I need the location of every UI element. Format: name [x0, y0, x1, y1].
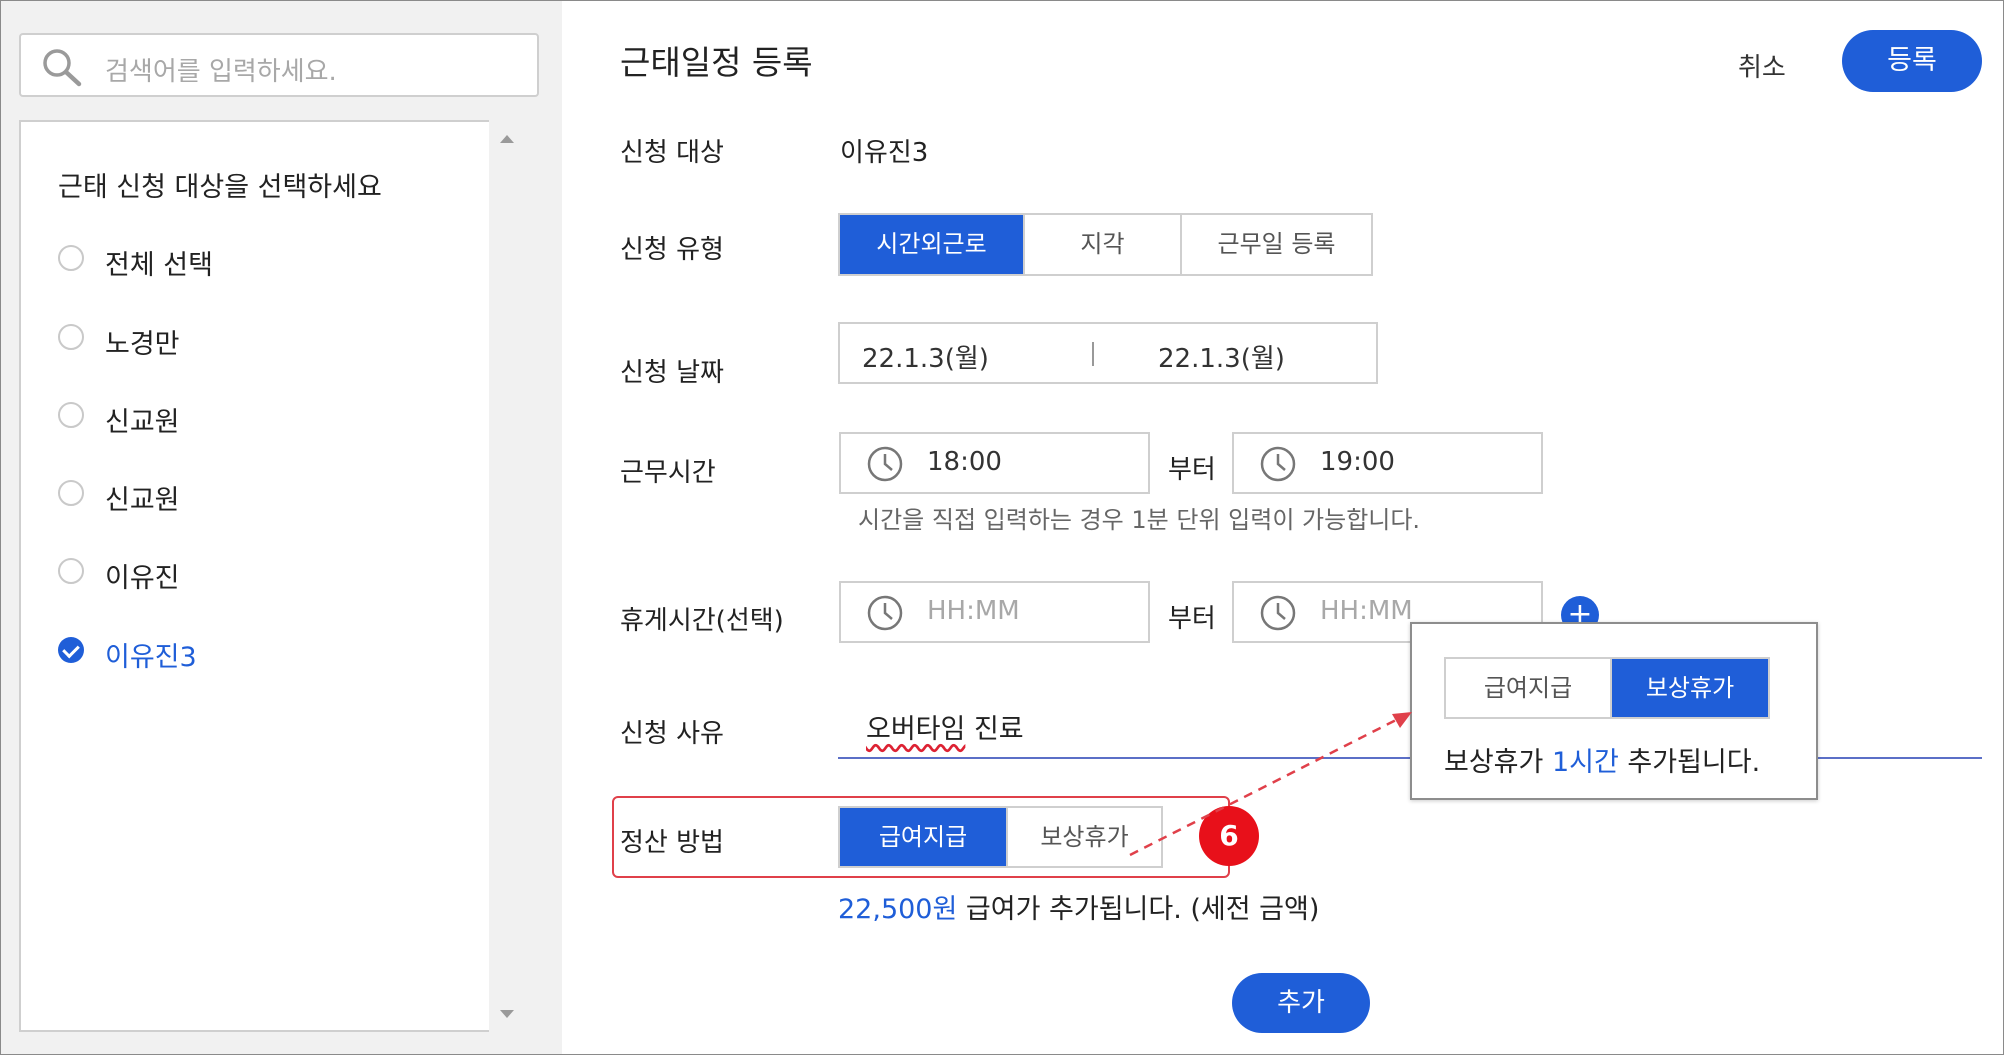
work-start-time: 18:00 — [927, 447, 1002, 477]
target-list — [19, 120, 522, 1032]
start-date[interactable]: 22.1.3(월) — [862, 338, 989, 375]
settlement-segmented-control: 급여지급 보상휴가 — [838, 806, 1163, 868]
cancel-button[interactable]: 취소 — [1738, 47, 1786, 84]
target-list-title: 근태 신청 대상을 선택하세요 — [58, 172, 382, 203]
work-time-hint: 시간을 직접 입력하는 경우 1분 단위 입력이 가능합니다. — [858, 506, 1421, 534]
work-end-time-input[interactable]: 19:00 — [1232, 432, 1543, 494]
scroll-down-icon[interactable] — [500, 1010, 514, 1018]
target-option-label: 전체 선택 — [105, 250, 213, 281]
break-start-time-input[interactable]: HH:MM — [839, 581, 1150, 643]
settlement-note-text: 급여가 추가됩니다. (세전 금액) — [957, 894, 1320, 925]
type-label: 신청 유형 — [620, 235, 724, 265]
break-time-label: 휴게시간(선택) — [620, 606, 784, 636]
search-placeholder: 검색어를 입력하세요. — [105, 57, 337, 87]
scroll-up-icon[interactable] — [500, 135, 514, 143]
break-start-placeholder: HH:MM — [927, 596, 1020, 626]
step-badge: 6 — [1199, 806, 1259, 866]
page-title: 근태일정 등록 — [620, 43, 813, 82]
callout-option-comp-leave[interactable]: 보상휴가 — [1610, 659, 1768, 717]
scrollbar[interactable] — [489, 120, 522, 1032]
date-label: 신청 날짜 — [620, 358, 724, 388]
reason-spellcheck-word: 오버타임 — [866, 714, 966, 745]
reason-text-rest: 진료 — [965, 714, 1024, 745]
target-label: 신청 대상 — [620, 138, 724, 168]
break-end-placeholder: HH:MM — [1320, 596, 1413, 626]
radio-icon[interactable] — [58, 558, 84, 584]
target-option-label: 이유진3 — [105, 642, 197, 673]
target-option-label: 이유진 — [105, 563, 180, 594]
clock-icon — [1260, 446, 1296, 482]
date-range-field[interactable]: 22.1.3(월) 22.1.3(월) — [838, 322, 1378, 384]
work-end-time: 19:00 — [1320, 447, 1395, 477]
type-option-workday[interactable]: 근무일 등록 — [1180, 215, 1371, 274]
work-start-time-input[interactable]: 18:00 — [839, 432, 1150, 494]
callout-popup: 급여지급 보상휴가 보상휴가 1시간 추가됩니다. — [1410, 622, 1818, 800]
callout-segmented-control: 급여지급 보상휴가 — [1444, 657, 1770, 719]
clock-icon — [867, 595, 903, 631]
callout-option-pay[interactable]: 급여지급 — [1446, 659, 1610, 717]
from-label: 부터 — [1168, 604, 1216, 634]
reason-input[interactable]: 오버타임 진료 — [866, 707, 1024, 746]
target-option-label: 신교원 — [105, 407, 180, 438]
date-separator — [1092, 342, 1094, 366]
target-option-label: 노경만 — [105, 329, 180, 360]
callout-msg-hours: 1시간 — [1551, 747, 1619, 778]
reason-label: 신청 사유 — [620, 719, 724, 749]
type-option-late[interactable]: 지각 — [1023, 215, 1180, 274]
work-time-label: 근무시간 — [620, 458, 716, 488]
checked-radio-icon[interactable] — [58, 637, 84, 663]
type-segmented-control: 시간외근로 지각 근무일 등록 — [838, 213, 1373, 276]
callout-message: 보상휴가 1시간 추가됩니다. — [1444, 740, 1760, 779]
register-button[interactable]: 등록 — [1842, 30, 1982, 92]
settlement-option-comp-leave[interactable]: 보상휴가 — [1006, 808, 1161, 866]
clock-icon — [867, 446, 903, 482]
callout-msg-prefix: 보상휴가 — [1444, 747, 1552, 778]
target-option-label: 신교원 — [105, 485, 180, 516]
add-button[interactable]: 추가 — [1232, 973, 1370, 1033]
radio-icon[interactable] — [58, 324, 84, 350]
search-input[interactable]: 검색어를 입력하세요. — [19, 33, 539, 97]
settlement-option-pay[interactable]: 급여지급 — [840, 808, 1006, 866]
radio-icon[interactable] — [58, 245, 84, 271]
from-label: 부터 — [1168, 455, 1216, 485]
pay-amount: 22,500원 — [838, 894, 958, 925]
radio-icon[interactable] — [58, 402, 84, 428]
type-option-overtime[interactable]: 시간외근로 — [840, 215, 1023, 274]
settlement-note: 22,500원 급여가 추가됩니다. (세전 금액) — [838, 887, 1319, 926]
target-value: 이유진3 — [840, 138, 929, 168]
callout-msg-suffix: 추가됩니다. — [1618, 747, 1761, 778]
search-icon — [43, 49, 82, 87]
end-date[interactable]: 22.1.3(월) — [1158, 338, 1285, 375]
settlement-label: 정산 방법 — [620, 828, 724, 858]
radio-icon[interactable] — [58, 480, 84, 506]
clock-icon — [1260, 595, 1296, 631]
